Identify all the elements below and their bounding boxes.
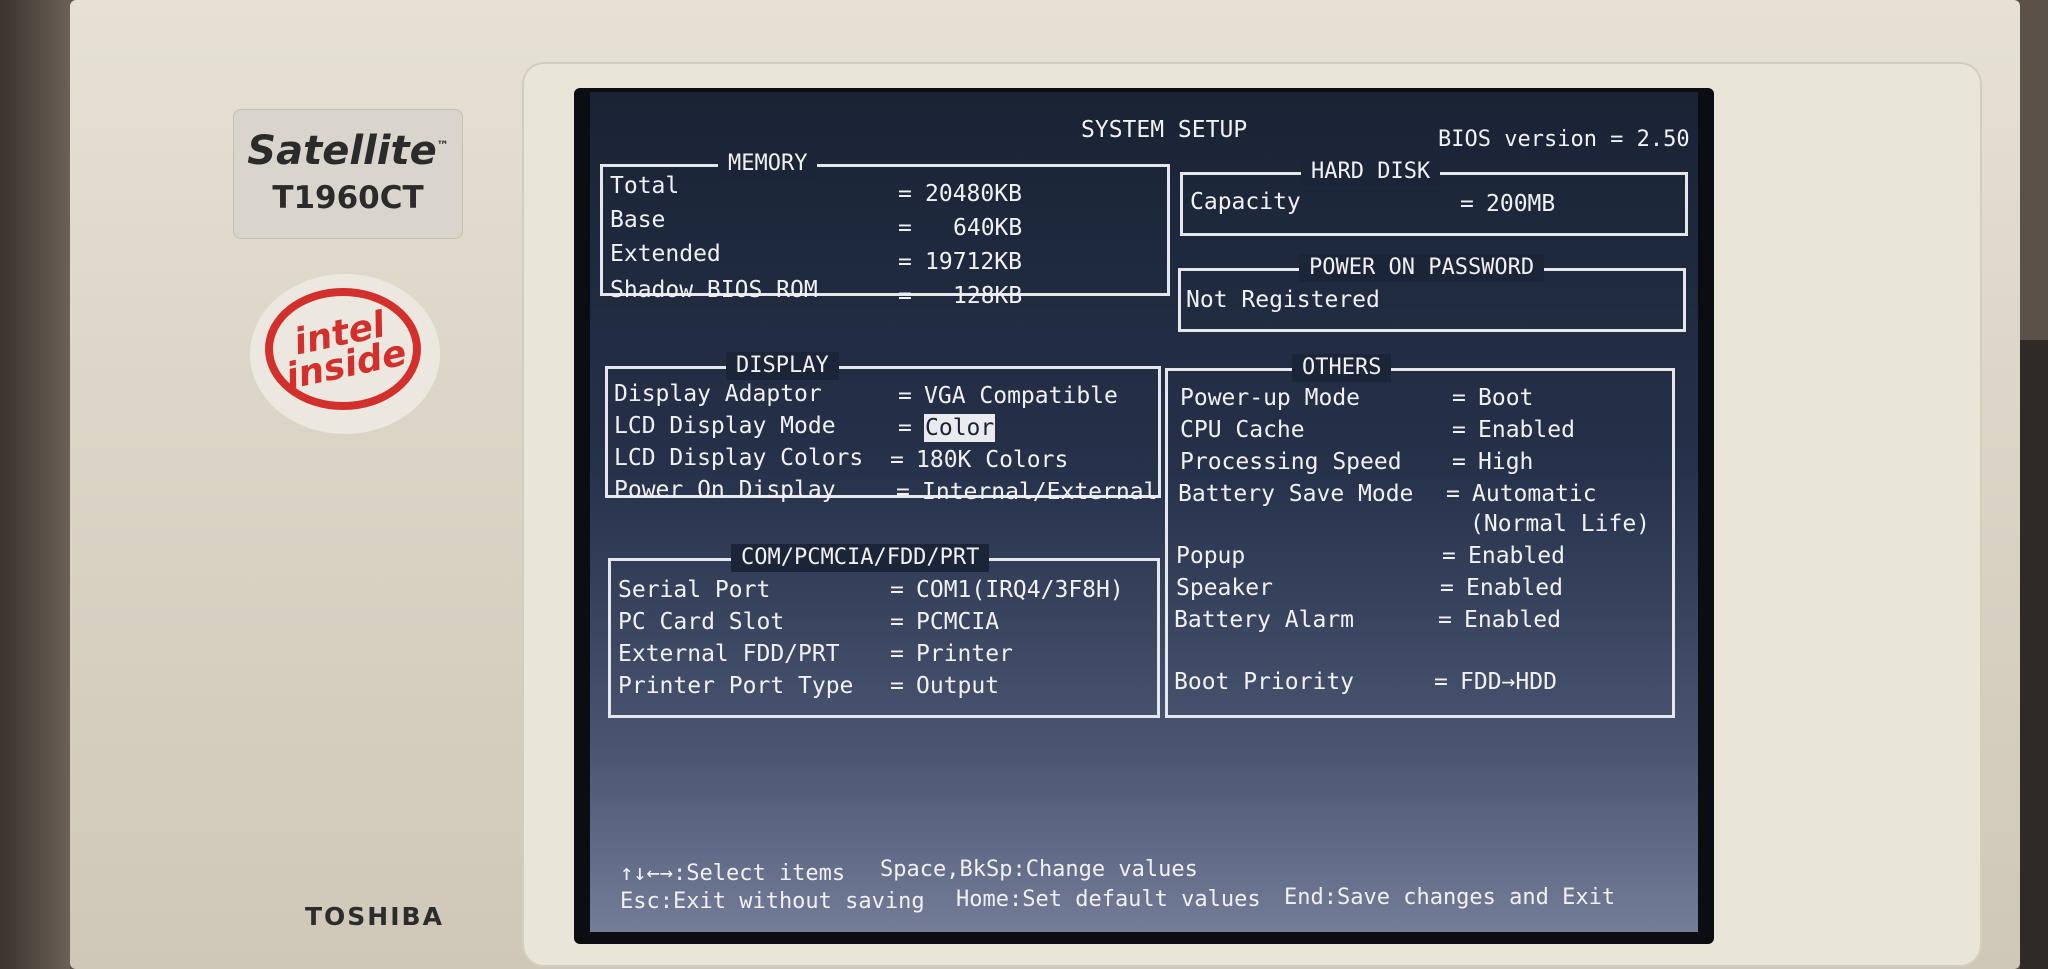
memory-value[interactable]: 19712KB [925,248,1022,276]
ports-sep: = [890,609,904,635]
hard-disk-title: HARD DISK [1301,158,1441,186]
ports-title: COM/PCMCIA/FDD/PRT [731,544,990,572]
others-title: OTHERS [1292,354,1392,382]
memory-value[interactable]: 20480KB [925,180,1022,208]
others-sep: = [1452,449,1466,475]
lcd-mode-value-selected[interactable]: Color [924,414,996,442]
others-label: Popup [1176,543,1246,569]
ports-sep: = [890,673,904,699]
footer-select-items: ↑↓←→:Select items [620,861,846,886]
others-value[interactable]: Enabled [1466,574,1563,602]
toshiba-logo: TOSHIBA [305,902,444,931]
display-value[interactable]: 180K Colors [916,446,1068,474]
others-value[interactable]: Automatic [1472,480,1597,508]
ports-label: PC Card Slot [618,609,785,635]
background-left [0,0,70,969]
others-sep: = [1434,669,1448,695]
others-sep: = [1438,607,1452,633]
others-sep: = [1452,385,1466,411]
ports-value[interactable]: PCMCIA [916,608,999,636]
bios-title: SYSTEM SETUP [1081,117,1248,143]
password-title: POWER ON PASSWORD [1299,254,1545,282]
others-value[interactable]: Boot [1478,384,1533,412]
others-label: Power-up Mode [1180,385,1361,411]
others-sep: = [1440,575,1454,601]
display-label: Power On Display [614,477,836,503]
others-value[interactable]: Enabled [1464,606,1561,634]
hard-disk-label: Capacity [1190,189,1301,215]
others-label: Battery Save Mode [1178,481,1414,507]
memory-sep: = [898,215,912,241]
display-sep: = [898,415,912,441]
hard-disk-sep: = [1460,191,1474,217]
memory-label: Base [610,207,666,233]
brand-series: Satellite™ [247,128,449,174]
memory-sep: = [898,181,912,207]
others-value-continued: (Normal Life) [1470,511,1651,537]
memory-value[interactable]: 640KB [953,214,1022,242]
others-sep: = [1442,543,1456,569]
display-label: LCD Display Colors [614,445,864,471]
others-label: Speaker [1176,575,1273,601]
others-value[interactable]: FDD→HDD [1460,668,1557,696]
background-right [2020,340,2048,969]
ports-label: External FDD/PRT [618,641,840,667]
password-status[interactable]: Not Registered [1186,286,1380,314]
ports-sep: = [890,641,904,667]
footer-exit-without-saving: Esc:Exit without saving [620,889,925,914]
memory-title: MEMORY [718,150,818,178]
ports-value[interactable]: COM1(IRQ4/3F8H) [916,576,1124,604]
ports-label: Printer Port Type [618,673,854,699]
ports-value[interactable]: Printer [916,640,1013,668]
others-label: Boot Priority [1174,669,1355,695]
display-sep: = [890,447,904,473]
display-label: LCD Display Mode [614,413,836,439]
footer-change-values: Space,BkSp:Change values [880,857,1198,882]
others-value[interactable]: Enabled [1478,416,1575,444]
display-value[interactable]: Internal/External [922,478,1157,506]
ports-value[interactable]: Output [916,672,999,700]
others-value[interactable]: Enabled [1468,542,1565,570]
display-title: DISPLAY [726,352,839,380]
model-name: T1960CT [272,180,424,216]
memory-sep: = [898,249,912,275]
display-sep: = [898,383,912,409]
memory-label: Extended [610,241,721,267]
display-sep: = [896,479,910,505]
footer-save-and-exit: End:Save changes and Exit [1284,885,1616,910]
memory-value[interactable]: 128KB [953,282,1022,310]
memory-label: Total [610,173,680,199]
others-label: Processing Speed [1180,449,1402,475]
bios-setup-screen: SYSTEM SETUP BIOS version = 2.50 MEMORY … [590,92,1698,932]
others-sep: = [1452,417,1466,443]
memory-label: Shadow BIOS ROM [610,277,818,303]
footer-set-defaults: Home:Set default values [956,887,1261,912]
display-value[interactable]: VGA Compatible [924,382,1118,410]
hard-disk-value[interactable]: 200MB [1486,190,1555,218]
ports-label: Serial Port [618,577,771,603]
others-sep: = [1446,481,1460,507]
others-label: Battery Alarm [1174,607,1355,633]
display-label: Display Adaptor [614,381,822,407]
memory-sep: = [898,283,912,309]
ports-sep: = [890,577,904,603]
satellite-badge: Satellite™ T1960CT [233,109,463,239]
others-label: CPU Cache [1180,417,1305,443]
bios-version: BIOS version = 2.50 [1438,127,1690,152]
others-value[interactable]: High [1478,448,1533,476]
